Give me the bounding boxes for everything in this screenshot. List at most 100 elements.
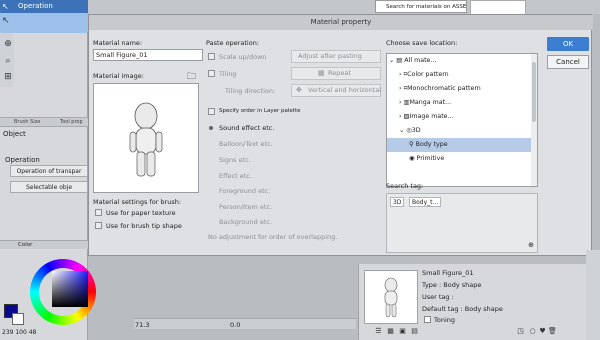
chevron-down-icon: ⌄: [389, 57, 395, 64]
brush-settings-label: Material settings for brush:: [93, 198, 182, 206]
tool-column: ↖ ⊕ ⌕ ⊞: [0, 13, 88, 87]
sphere-icon: ◉: [409, 155, 415, 162]
heart-icon[interactable]: ♥: [538, 327, 547, 336]
object-label: Object: [3, 130, 26, 138]
right-panel-edge: [586, 250, 600, 340]
tile-icon: ▦: [318, 69, 325, 77]
save-location-label: Choose save location:: [386, 39, 458, 47]
order-signs[interactable]: Signs etc.: [219, 156, 251, 164]
layer-select-icon[interactable]: ⊕: [2, 38, 14, 50]
figure-thumbnail-image: [384, 277, 398, 318]
tree-item-all-materials[interactable]: ⌄ ▤ All mate...: [389, 54, 436, 68]
object-tool-button[interactable]: ↖: [0, 13, 88, 33]
sub-tool-tabs: Brush Size Tool prop: [0, 117, 88, 127]
order-radio-selected[interactable]: [209, 126, 213, 130]
tree-item-3d[interactable]: ⌄ ◎3D: [399, 124, 421, 138]
zoom-bar: [134, 318, 356, 329]
paste-icon[interactable]: ◳: [516, 327, 525, 336]
order-foreground[interactable]: Foreground etc.: [219, 187, 270, 195]
scale-label: Scale up/down: [219, 53, 267, 61]
material-name-input[interactable]: Small Figure_01: [93, 49, 203, 61]
paste-operation-label: Paste operation:: [206, 39, 260, 47]
tiling-direction-dropdown[interactable]: ✥ Vertical and horizontal: [291, 84, 381, 97]
ok-button[interactable]: OK: [547, 37, 589, 51]
view-list-icon[interactable]: ☰: [374, 327, 383, 336]
background-color-swatch[interactable]: [12, 313, 24, 325]
tree-scrollbar-thumb[interactable]: [532, 62, 536, 122]
move-arrows-icon: ✥: [296, 86, 302, 94]
saturation-value-square[interactable]: [52, 271, 88, 307]
angle-value[interactable]: 0.0: [230, 321, 240, 329]
operation-label: Operation: [5, 156, 40, 164]
chevron-right-icon: ›: [399, 85, 402, 92]
dialog-title: Material property: [89, 15, 593, 30]
material-info-thumbnail: [364, 270, 418, 324]
search-tag-label: Search tag:: [386, 182, 424, 190]
material-image-preview[interactable]: [93, 83, 199, 193]
toning-label: Toning: [434, 316, 456, 324]
search-tag-box[interactable]: 3D Body_t... ⊕: [386, 193, 538, 253]
order-background[interactable]: Background etc.: [219, 218, 272, 226]
info-default-tag: Default tag : Body shape: [422, 305, 503, 313]
tree-item-body-type[interactable]: ⚲ Body type: [387, 138, 533, 152]
selectable-object-button[interactable]: Selectable obje: [10, 181, 88, 193]
scale-checkbox[interactable]: [208, 53, 215, 60]
specify-order-checkbox[interactable]: [208, 108, 215, 115]
cancel-button[interactable]: Cancel: [547, 55, 589, 69]
chevron-down-icon: ⌄: [399, 127, 405, 134]
order-balloon-text[interactable]: Balloon/Text etc.: [219, 140, 273, 148]
object-arrow-icon: ↖: [2, 16, 10, 26]
info-user-tag: User tag :: [422, 293, 454, 301]
tiling-direction-label: Tiling direction:: [225, 87, 276, 95]
tiling-checkbox[interactable]: [208, 70, 215, 77]
specify-order-label: Specify order in Layer palette: [219, 108, 301, 114]
tree-item-manga-material[interactable]: › ▥Manga mat...: [399, 96, 451, 110]
tree-item-primitive[interactable]: ◉ Primitive: [409, 152, 444, 166]
brush-tip-checkbox[interactable]: [95, 222, 102, 229]
lasso-icon[interactable]: ⌕: [2, 55, 14, 67]
color-tabs: Color: [0, 240, 88, 249]
asset-search-field[interactable]: Search for materials on ASSE: [375, 0, 467, 13]
material-property-dialog: Material property Material name: Small F…: [88, 14, 593, 256]
brush-tip-label: Use for brush tip shape: [106, 222, 182, 230]
body-icon: ⚲: [409, 141, 414, 148]
view-large-icon[interactable]: ▣: [398, 327, 407, 336]
tiling-direction-value: Vertical and horizontal: [308, 86, 382, 94]
operation-transparent-button[interactable]: Operation of transpar: [10, 165, 88, 177]
view-grid-icon[interactable]: ▦: [386, 327, 395, 336]
toning-checkbox[interactable]: [424, 316, 431, 323]
tiling-label: Tiling: [219, 70, 237, 78]
zoom-value[interactable]: 71.3: [135, 321, 149, 329]
chevron-right-icon: ›: [399, 113, 402, 120]
move-icon[interactable]: ⊞: [2, 71, 14, 83]
info-name: Small Figure_01: [422, 269, 474, 277]
order-effect[interactable]: Effect etc.: [219, 172, 252, 180]
tab-tool-property[interactable]: Tool prop: [60, 118, 83, 127]
tree-item-image-material[interactable]: › ▨Image mate...: [399, 110, 454, 124]
material-image-label: Material image:: [93, 72, 144, 80]
tree-scrollbar[interactable]: [531, 54, 537, 186]
order-sound-effect[interactable]: Sound effect etc.: [219, 124, 274, 132]
tab-brush-size[interactable]: Brush Size: [14, 118, 40, 127]
paper-texture-checkbox[interactable]: [95, 209, 102, 216]
save-location-tree[interactable]: ⌄ ▤ All mate... › ⌗Color pattern › ⌗Mono…: [386, 53, 538, 187]
circle-icon[interactable]: ○: [528, 327, 537, 336]
tree-item-monochromatic-pattern[interactable]: › ⌗Monochromatic pattern: [399, 82, 481, 96]
operation-tool-icon: ↖: [2, 2, 9, 11]
trash-icon[interactable]: 🗑: [548, 327, 557, 336]
info-type: Type : Body shape: [422, 281, 482, 289]
tiling-dropdown[interactable]: ▦ Repeat: [291, 67, 381, 80]
add-tag-icon[interactable]: ⊕: [528, 241, 534, 249]
tag-body-type[interactable]: Body_t...: [409, 197, 442, 207]
left-panel: Operation ↖ ↖ ⊕ ⌕ ⊞ Brush Size Tool prop…: [0, 0, 96, 340]
view-detail-icon[interactable]: ▤: [410, 327, 419, 336]
tag-3d[interactable]: 3D: [390, 197, 405, 207]
paper-texture-label: Use for paper texture: [106, 209, 176, 217]
order-person-item[interactable]: Person/Item etc.: [219, 203, 272, 211]
hsv-readout: 239 100 48: [2, 329, 37, 336]
material-icon-strip: ☰ ▦ ▣ ▤ ◳ ○ ♥ 🗑: [366, 327, 586, 338]
tree-item-color-pattern[interactable]: › ⌗Color pattern: [399, 68, 449, 82]
material-name-label: Material name:: [93, 39, 143, 47]
tab-color[interactable]: Color: [18, 242, 32, 248]
scale-dropdown[interactable]: Adjust after pasting: [291, 50, 381, 63]
